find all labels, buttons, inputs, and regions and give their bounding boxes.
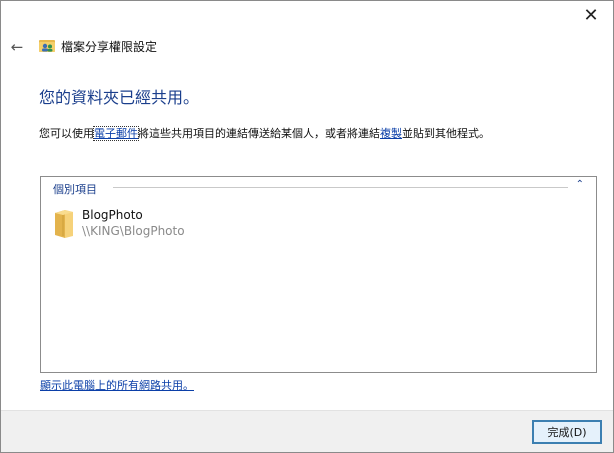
- item-name: BlogPhoto: [82, 208, 143, 222]
- email-link[interactable]: 電子郵件: [93, 126, 139, 141]
- page-heading: 您的資料夾已經共用。: [39, 88, 200, 107]
- close-icon: ✕: [583, 4, 599, 26]
- collapse-group-button[interactable]: ⌃: [576, 179, 584, 190]
- show-all-shares-link[interactable]: 顯示此電腦上的所有網路共用。: [40, 377, 194, 393]
- share-description: 您可以使用電子郵件將這些共用項目的連結傳送給某個人，或者將連結複製並貼到其他程式…: [39, 125, 490, 141]
- shared-items-list: 個別項目 ⌃ BlogPhoto \\KING\BlogPhoto: [40, 176, 597, 373]
- close-button[interactable]: ✕: [569, 1, 613, 29]
- group-header-label: 個別項目: [53, 183, 97, 196]
- item-path: \\KING\BlogPhoto: [82, 224, 185, 238]
- back-button[interactable]: ←: [7, 37, 27, 57]
- sharing-wizard-icon: [39, 40, 55, 52]
- window-title: 檔案分享權限設定: [61, 40, 158, 54]
- dialog-window: ✕ ← 檔案分享權限設定 您的資料夾已經共用。 您可以使用電子郵件將這些共用項目…: [0, 0, 614, 453]
- desc-text-after: 並貼到其他程式。: [402, 127, 490, 140]
- group-header-divider: [113, 187, 568, 188]
- desc-text-middle: 將這些共用項目的連結傳送給某個人，或者將連結: [138, 127, 380, 140]
- back-arrow-icon: ←: [10, 38, 24, 56]
- chevron-up-icon: ⌃: [575, 179, 584, 190]
- desc-text-before: 您可以使用: [39, 127, 94, 140]
- copy-link[interactable]: 複製: [380, 127, 402, 140]
- done-button[interactable]: 完成(D): [532, 420, 602, 444]
- footer-bar: 完成(D): [1, 410, 613, 452]
- shared-folder-icon: [55, 210, 73, 238]
